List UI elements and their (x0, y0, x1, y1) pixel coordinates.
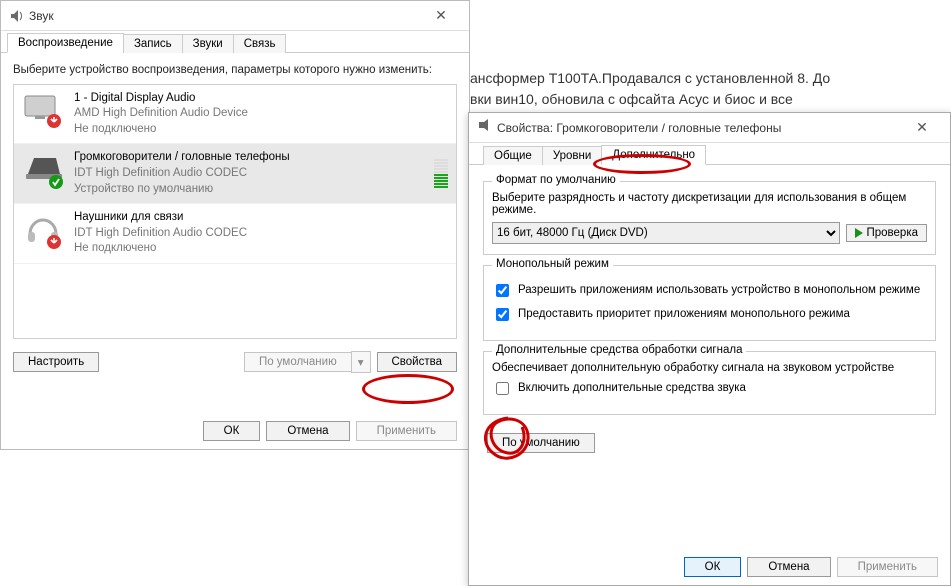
restore-defaults-button[interactable]: По умолчанию (487, 433, 595, 453)
sound-window: Звук ✕ Воспроизведение Запись Звуки Связ… (0, 0, 470, 450)
sound-title: Звук (25, 9, 421, 23)
close-icon[interactable]: ✕ (902, 119, 942, 136)
configure-button[interactable]: Настроить (13, 352, 99, 372)
device-sub: IDT High Definition Audio CODEC (74, 226, 448, 242)
group-legend: Монопольный режим (492, 258, 613, 270)
enhance-desc: Обеспечивает дополнительную обработку си… (492, 362, 927, 374)
device-item-comm-headphones[interactable]: Наушники для связи IDT High Definition A… (14, 204, 456, 264)
chevron-down-icon[interactable]: ▾ (351, 351, 371, 373)
ok-button[interactable]: ОК (684, 557, 742, 577)
properties-window: Свойства: Громкоговорители / головные те… (468, 112, 951, 586)
ok-button[interactable]: ОК (203, 421, 261, 441)
tab-general[interactable]: Общие (483, 146, 543, 165)
device-item-speakers[interactable]: Громкоговорители / головные телефоны IDT… (14, 144, 456, 204)
format-desc: Выберите разрядность и частоту дискретиз… (492, 192, 927, 216)
props-title: Свойства: Громкоговорители / головные те… (493, 121, 902, 135)
set-default-button[interactable]: По умолчанию (244, 352, 352, 372)
device-item-display-audio[interactable]: 1 - Digital Display Audio AMD High Defin… (14, 85, 456, 145)
level-meter (434, 159, 448, 188)
test-button[interactable]: Проверка (846, 224, 927, 242)
exclusive-priority-row[interactable]: Предоставить приоритет приложениям моноп… (492, 306, 927, 324)
apply-button[interactable]: Применить (837, 557, 938, 577)
device-sub: AMD High Definition Audio Device (74, 106, 448, 122)
background-text: ансформер Т100ТА.Продавался с установлен… (470, 68, 940, 110)
tab-levels[interactable]: Уровни (542, 146, 602, 165)
headphones-icon (22, 210, 64, 252)
checkbox-label: Предоставить приоритет приложениям моноп… (518, 306, 850, 322)
tab-advanced[interactable]: Дополнительно (601, 145, 706, 165)
cancel-button[interactable]: Отмена (747, 557, 830, 577)
test-label: Проверка (866, 227, 918, 239)
monitor-icon (22, 91, 64, 133)
tab-recording[interactable]: Запись (123, 34, 183, 53)
exclusive-allow-checkbox[interactable] (496, 284, 509, 297)
device-title: Наушники для связи (74, 210, 448, 226)
instruction-text: Выберите устройство воспроизведения, пар… (13, 63, 457, 78)
speaker-icon (9, 8, 25, 24)
tab-sounds[interactable]: Звуки (182, 34, 234, 53)
exclusive-allow-row[interactable]: Разрешить приложениям использовать устро… (492, 282, 927, 300)
device-sub: IDT High Definition Audio CODEC (74, 166, 424, 182)
group-legend: Дополнительные средства обработки сигнал… (492, 344, 746, 356)
checkbox-label: Включить дополнительные средства звука (518, 380, 746, 396)
sound-tabs: Воспроизведение Запись Звуки Связь (1, 31, 469, 53)
tab-playback[interactable]: Воспроизведение (7, 33, 124, 53)
device-status: Не подключено (74, 122, 448, 138)
tab-comm[interactable]: Связь (233, 34, 287, 53)
device-status: Устройство по умолчанию (74, 182, 424, 198)
cancel-button[interactable]: Отмена (266, 421, 349, 441)
sound-titlebar: Звук ✕ (1, 1, 469, 31)
group-legend: Формат по умолчанию (492, 174, 620, 186)
device-list[interactable]: 1 - Digital Display Audio AMD High Defin… (13, 84, 457, 339)
exclusive-mode-group: Монопольный режим Разрешить приложениям … (483, 265, 936, 341)
checkbox-label: Разрешить приложениям использовать устро… (518, 282, 920, 298)
apply-button[interactable]: Применить (356, 421, 457, 441)
laptop-speaker-icon (22, 150, 64, 192)
exclusive-priority-checkbox[interactable] (496, 308, 509, 321)
properties-button[interactable]: Свойства (377, 352, 458, 372)
speaker-icon (477, 117, 493, 138)
default-format-group: Формат по умолчанию Выберите разрядность… (483, 181, 936, 255)
device-status: Не подключено (74, 241, 448, 257)
enable-enhance-row[interactable]: Включить дополнительные средства звука (492, 380, 927, 398)
format-select[interactable]: 16 бит, 48000 Гц (Диск DVD) (492, 222, 840, 244)
device-title: 1 - Digital Display Audio (74, 91, 448, 107)
enable-enhance-checkbox[interactable] (496, 382, 509, 395)
enhancements-group: Дополнительные средства обработки сигнал… (483, 351, 936, 415)
close-icon[interactable]: ✕ (421, 7, 461, 24)
play-icon (855, 228, 863, 238)
device-title: Громкоговорители / головные телефоны (74, 150, 424, 166)
